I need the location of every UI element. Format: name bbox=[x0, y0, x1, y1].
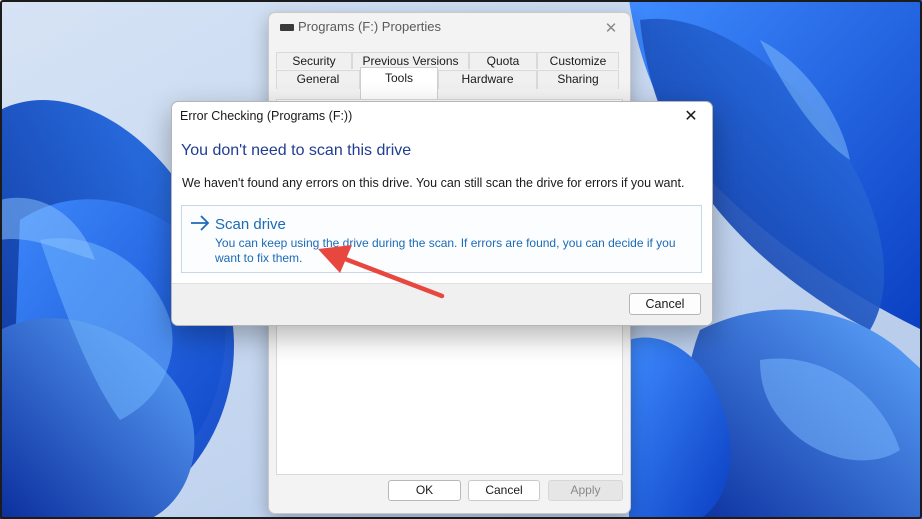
scan-drive-title: Scan drive bbox=[215, 216, 286, 233]
properties-close-button[interactable]: ✕ bbox=[599, 17, 623, 41]
properties-cancel-button[interactable]: Cancel bbox=[468, 480, 540, 501]
ok-button[interactable]: OK bbox=[388, 480, 461, 501]
apply-button[interactable]: Apply bbox=[548, 480, 623, 501]
properties-title: Programs (F:) Properties bbox=[298, 19, 442, 34]
dialog-title: Error Checking (Programs (F:)) bbox=[180, 109, 353, 123]
properties-titlebar: Programs (F:) Properties ✕ bbox=[269, 13, 630, 45]
tab-quota[interactable]: Quota bbox=[469, 52, 537, 69]
dialog-message: We haven't found any errors on this driv… bbox=[182, 176, 685, 190]
tab-security[interactable]: Security bbox=[276, 52, 352, 69]
dialog-titlebar: Error Checking (Programs (F:)) ✕ bbox=[172, 102, 712, 132]
tab-sharing[interactable]: Sharing bbox=[537, 70, 619, 89]
tab-tools[interactable]: Tools bbox=[360, 67, 438, 99]
dialog-close-button[interactable]: ✕ bbox=[678, 105, 704, 129]
close-icon: ✕ bbox=[684, 108, 698, 125]
drive-icon bbox=[280, 24, 294, 31]
dialog-heading: You don't need to scan this drive bbox=[181, 142, 412, 159]
close-icon: ✕ bbox=[604, 20, 618, 37]
annotation-arrow bbox=[318, 245, 445, 299]
tab-customize[interactable]: Customize bbox=[537, 52, 619, 69]
tab-hardware[interactable]: Hardware bbox=[438, 70, 537, 89]
tab-general[interactable]: General bbox=[276, 70, 360, 89]
arrow-right-icon bbox=[191, 215, 210, 231]
dialog-cancel-button[interactable]: Cancel bbox=[629, 293, 701, 315]
